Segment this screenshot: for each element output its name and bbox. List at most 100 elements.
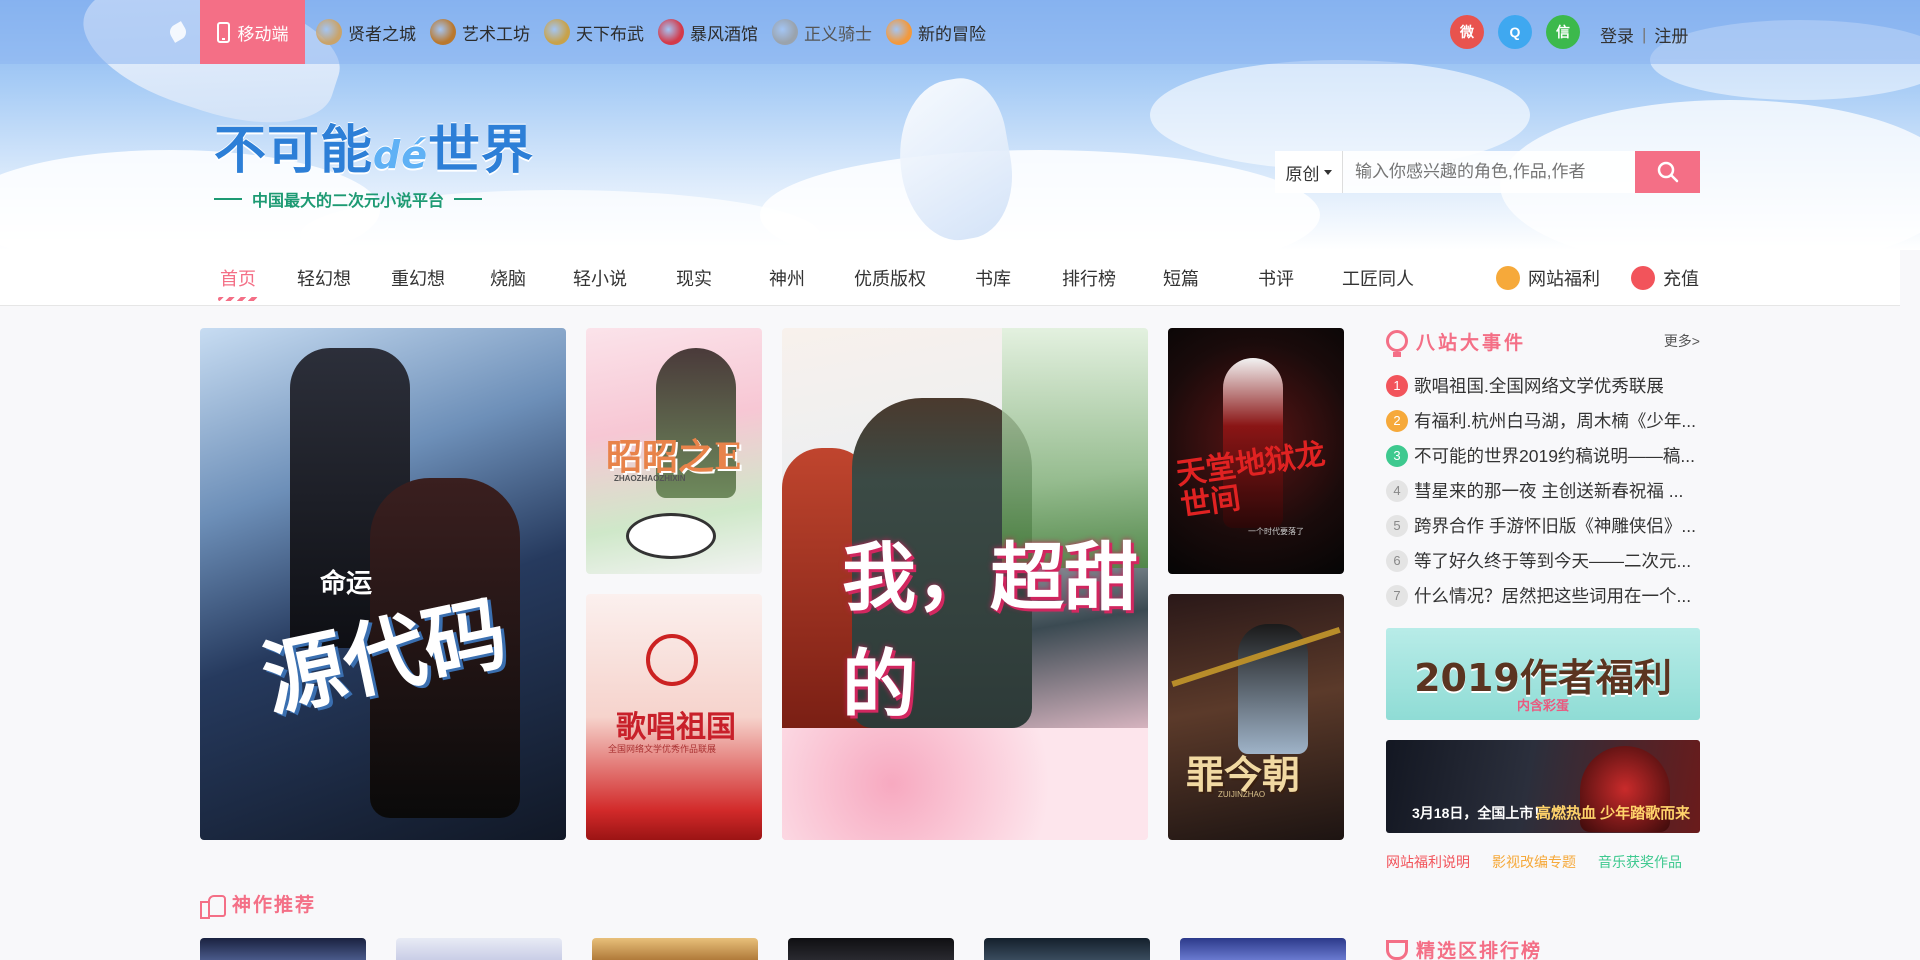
nav-item[interactable]: 轻幻想 (276, 250, 372, 306)
cover-zuijinzhao[interactable]: 罪今朝 ZUIJINZHAO (1168, 594, 1344, 840)
cloud-decoration (760, 150, 1320, 250)
wallet-icon (1631, 266, 1655, 290)
cover-tiantangdiyu[interactable]: 天堂地狱龙世间 一个时代要落了 (1168, 328, 1344, 574)
site-links: 贤者之城 艺术工坊 天下布武 暴风酒馆 正义骑士 新的冒险 (316, 0, 986, 64)
nav-item[interactable]: 书库 (946, 250, 1040, 306)
gift-icon (1496, 266, 1520, 290)
cover-subtitle: 全国网络文学优秀作品联展 (608, 744, 717, 754)
event-item[interactable]: 3 不可能的世界2019约稿说明——稿... (1386, 438, 1700, 473)
nav-items: 首页 轻幻想 重幻想 烧脑 轻小说 现实 神州 优质版权 书库 排行榜 短篇 书评 工匠同人 (200, 250, 1428, 306)
logo-de: dé (373, 133, 428, 177)
logo-part: 世界 (428, 121, 535, 181)
section-title: 神作推荐 (232, 895, 317, 916)
event-rank-badge: 4 (1386, 479, 1408, 502)
search-input[interactable] (1343, 151, 1635, 193)
cover-title: 天堂地狱龙世间 (1174, 436, 1328, 524)
nav-item[interactable]: 首页 (200, 250, 276, 306)
harp-icon (544, 19, 570, 45)
emblem-icon (646, 634, 698, 686)
qq-icon[interactable]: Q (1498, 15, 1532, 49)
promo-game-launch[interactable]: 3月18日，全国上市！ 高燃热血 少年踏歌而来 (1386, 740, 1700, 833)
event-rank-badge: 6 (1386, 549, 1408, 572)
login-link[interactable]: 登录 (1600, 22, 1634, 47)
recommend-cover-thumb[interactable] (200, 938, 366, 960)
recommend-cover-thumb[interactable] (984, 938, 1150, 960)
event-item[interactable]: 2 有福利.杭州白马湖，周木楠《少年... (1386, 403, 1700, 438)
header-banner: 移动端 贤者之城 艺术工坊 天下布武 暴风酒馆 正义骑士 新的冒险 微 Q 信 … (0, 0, 1920, 250)
search-category-select[interactable]: 原创 (1275, 151, 1343, 193)
event-item[interactable]: 7 什么情况？居然把这些词用在一个... (1386, 578, 1700, 613)
nav-item[interactable]: 工匠同人 (1328, 250, 1428, 306)
weibo-icon[interactable]: 微 (1450, 15, 1484, 49)
cover-title: 昭昭之E (606, 436, 742, 478)
search-button[interactable] (1635, 151, 1700, 193)
event-text: 跨界合作 手游怀旧版《神雕侠侣》... (1414, 516, 1696, 536)
trophy-icon (1386, 939, 1408, 960)
events-panel: 八站大事件 更多> 1 歌唱祖国.全国网络文学优秀联展 2 有福利.杭州白马湖，周木楠… (1386, 326, 1700, 613)
event-item[interactable]: 5 跨界合作 手游怀旧版《神雕侠侣》... (1386, 508, 1700, 543)
nav-welfare[interactable]: 网站福利 (1496, 250, 1600, 306)
thumbs-up-icon (200, 893, 226, 919)
cover-gechangzuguo[interactable]: 歌唱祖国 全国网络文学优秀作品联展 (586, 594, 762, 840)
nav-item[interactable]: 优质版权 (834, 250, 946, 306)
nav-item[interactable]: 短篇 (1138, 250, 1224, 306)
footer-link[interactable]: 网站福利说明 (1386, 852, 1470, 872)
events-title-text: 八站大事件 (1416, 332, 1527, 354)
nav-recharge[interactable]: 充值 (1631, 250, 1699, 306)
nav-item[interactable]: 排行榜 (1040, 250, 1138, 306)
nav-item[interactable]: 现实 (648, 250, 740, 306)
chevron-down-icon (1323, 169, 1332, 175)
cover-subtitle: ZHAOZHAOZHIXIN (614, 474, 686, 483)
search-bar: 原创 (1275, 151, 1700, 193)
cover-title: 歌唱祖国 (616, 710, 736, 745)
recommend-cover-thumb[interactable] (1180, 938, 1346, 960)
event-item[interactable]: 1 歌唱祖国.全国网络文学优秀联展 (1386, 368, 1700, 403)
site-link-knight[interactable]: 正义骑士 (772, 19, 872, 45)
event-item[interactable]: 4 彗星来的那一夜 主创送新春祝福 ... (1386, 473, 1700, 508)
site-logo[interactable]: 不可能dé世界 中国最大的二次元小说平台 (214, 108, 534, 211)
events-more-link[interactable]: 更多> (1664, 331, 1700, 351)
events-title: 八站大事件 (1386, 328, 1527, 357)
event-item[interactable]: 6 等了好久终于等到今天——二次元... (1386, 543, 1700, 578)
site-link-sage-city[interactable]: 贤者之城 (316, 19, 416, 45)
footer-link[interactable]: 音乐获奖作品 (1598, 852, 1682, 872)
promo-title: 2019作者福利 (1414, 655, 1672, 700)
bowl-illustration (626, 513, 716, 559)
event-text: 歌唱祖国.全国网络文学优秀联展 (1414, 376, 1664, 396)
recommend-cover-thumb[interactable] (592, 938, 758, 960)
promo-author-welfare[interactable]: 2019作者福利 内含彩蛋 (1386, 628, 1700, 720)
event-rank-badge: 5 (1386, 514, 1408, 537)
featured-cover-chaotiande[interactable]: 我，超甜的 (782, 328, 1148, 840)
wechat-icon[interactable]: 信 (1546, 15, 1580, 49)
site-link-label: 新的冒险 (918, 24, 986, 44)
flowers-illustration (782, 728, 1148, 840)
cover-subtitle: 一个时代要落了 (1248, 527, 1304, 536)
search-icon (1657, 161, 1678, 183)
site-link-tavern[interactable]: 暴风酒馆 (658, 19, 758, 45)
section-recommend-header: 神作推荐 (200, 890, 317, 919)
recommend-cover-thumb[interactable] (788, 938, 954, 960)
register-link[interactable]: 注册 (1654, 22, 1688, 47)
site-link-label: 暴风酒馆 (690, 24, 758, 44)
footer-link[interactable]: 影视改编专题 (1492, 852, 1576, 872)
promo-date: 3月18日，全国上市！ (1412, 805, 1548, 821)
mobile-button[interactable]: 移动端 (200, 0, 305, 64)
social-links: 微 Q 信 (1450, 15, 1580, 49)
lightbulb-icon (1386, 330, 1408, 357)
search-category-value: 原创 (1285, 164, 1320, 184)
nav-item[interactable]: 书评 (1224, 250, 1328, 306)
nav-item[interactable]: 烧脑 (464, 250, 552, 306)
cover-title: 我，超甜的 (842, 535, 1138, 728)
nav-item[interactable]: 重幻想 (372, 250, 464, 306)
featured-cover-yuandaima[interactable]: 命运 源代码 (200, 328, 566, 840)
cover-zhaozhao[interactable]: 昭昭之E ZHAOZHAOZHIXIN (586, 328, 762, 574)
site-link-adventure[interactable]: 新的冒险 (886, 19, 986, 45)
nav-item[interactable]: 神州 (740, 250, 834, 306)
site-link-tianxia[interactable]: 天下布武 (544, 19, 644, 45)
site-link-art-workshop[interactable]: 艺术工坊 (430, 19, 530, 45)
bottle-icon (658, 19, 684, 45)
logo-part: 不可能 (214, 121, 374, 181)
nav-item[interactable]: 轻小说 (552, 250, 648, 306)
recommend-cover-thumb[interactable] (396, 938, 562, 960)
palette-icon (430, 19, 456, 45)
